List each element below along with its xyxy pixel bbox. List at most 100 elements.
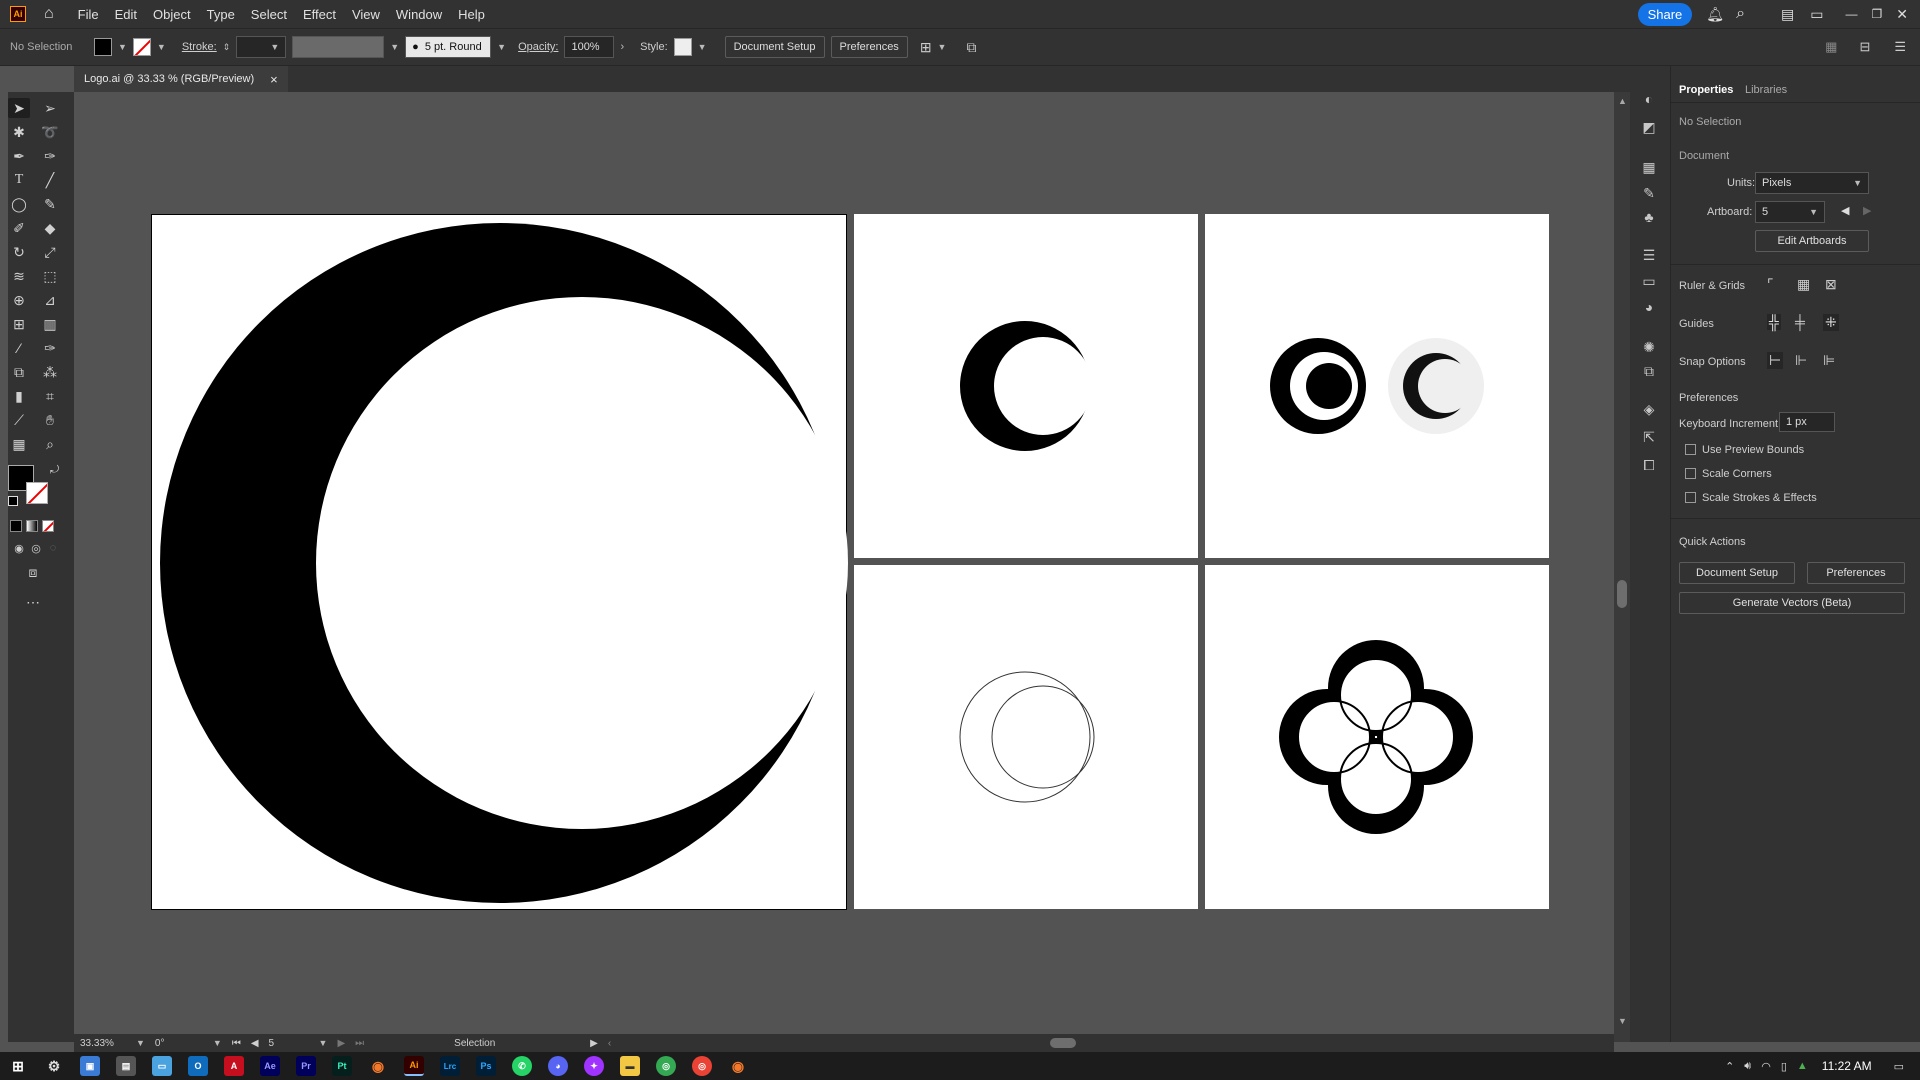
layers-icon[interactable]: ◈ — [1640, 400, 1658, 418]
edit-artboards-button[interactable]: Edit Artboards — [1755, 230, 1869, 252]
minimize-icon[interactable]: — — [1846, 7, 1858, 21]
free-transform-tool-icon[interactable]: ⬚ — [39, 266, 61, 286]
menu-edit[interactable]: Edit — [107, 7, 145, 22]
selection-tool-icon[interactable]: ➤ — [8, 98, 30, 118]
file-explorer-icon[interactable]: ▬ — [620, 1056, 640, 1076]
qa-document-setup-button[interactable]: Document Setup — [1679, 562, 1795, 584]
opacity-label[interactable]: Opacity: — [518, 41, 558, 53]
settings-icon[interactable]: ⚙ — [44, 1056, 64, 1076]
bell-icon[interactable]: 🔔︎ — [1706, 6, 1724, 23]
ellipse-tool-icon[interactable]: ◯ — [8, 194, 30, 214]
graphic-styles-icon[interactable]: ⧉ — [1640, 362, 1658, 380]
scroll-down-icon[interactable]: ▼ — [1618, 1016, 1627, 1026]
stroke-panel-icon[interactable]: ☰ — [1640, 246, 1658, 264]
arrange-documents-icon[interactable]: ▤ — [1781, 6, 1794, 23]
tab-properties[interactable]: Properties — [1679, 84, 1733, 96]
lock-guides-icon[interactable]: ╪ — [1795, 314, 1805, 330]
slice-tool-icon[interactable]: ⟋ — [8, 410, 30, 430]
eyedropper-tool-icon[interactable]: ⁄ — [8, 338, 30, 358]
tab-libraries[interactable]: Libraries — [1745, 84, 1787, 96]
symbol-sprayer-tool-icon[interactable]: ⁂ — [39, 362, 61, 382]
units-select[interactable]: Pixels ▼ — [1755, 172, 1869, 194]
appearance-icon[interactable]: ✺ — [1640, 338, 1658, 356]
stroke-color-box[interactable] — [26, 482, 48, 504]
vertical-scrollbar[interactable]: ▲ ▼ — [1614, 92, 1630, 1042]
stroke-weight-field[interactable]: ▼ — [236, 36, 287, 58]
use-preview-bounds-option[interactable]: Use Preview Bounds — [1685, 444, 1804, 456]
start-icon[interactable]: ⊞ — [8, 1056, 28, 1076]
swap-colors-icon[interactable]: ⤾ — [50, 464, 59, 477]
scale-strokes-checkbox[interactable] — [1685, 492, 1696, 503]
previous-artboard-icon[interactable]: ◀ — [1841, 204, 1849, 217]
stroke-label[interactable]: Stroke: — [182, 41, 217, 53]
menu-help[interactable]: Help — [450, 7, 493, 22]
panel-menu-icon[interactable]: ☰ — [1894, 39, 1906, 55]
direct-selection-tool-icon[interactable]: ➢ — [39, 98, 61, 118]
substance-painter-icon[interactable]: Pt — [332, 1056, 352, 1076]
artboard-number-field[interactable]: 5 — [269, 1038, 309, 1049]
rotation-field[interactable]: 0° — [155, 1038, 203, 1049]
brush-dropdown-icon[interactable]: ▼ — [497, 42, 506, 52]
menu-effect[interactable]: Effect — [295, 7, 344, 22]
style-dropdown-icon[interactable]: ▼ — [698, 42, 707, 52]
drive-icon[interactable]: ▲ — [1797, 1060, 1808, 1072]
menu-view[interactable]: View — [344, 7, 388, 22]
menu-type[interactable]: Type — [199, 7, 243, 22]
opacity-field[interactable]: 100% — [564, 36, 615, 58]
rotate-tool-icon[interactable]: ↻ — [8, 242, 30, 262]
search-icon[interactable]: ⌕ — [1736, 5, 1745, 23]
fill-dropdown-icon[interactable]: ▼ — [118, 42, 127, 52]
artboard-2[interactable] — [854, 214, 1198, 558]
illustrator-taskbar-icon[interactable]: Ai — [404, 1056, 424, 1076]
artboard-select[interactable]: 5 ▼ — [1755, 201, 1825, 223]
hand-tool-icon[interactable]: ✋︎ — [39, 410, 61, 430]
close-tab-icon[interactable]: × — [270, 72, 278, 87]
draw-inside-icon[interactable]: ◌ — [42, 538, 64, 558]
after-effects-icon[interactable]: Ae — [260, 1056, 280, 1076]
whatsapp-icon[interactable]: ✆ — [512, 1056, 532, 1076]
style-swatch[interactable] — [673, 38, 692, 56]
rotation-dropdown-icon[interactable]: ▼ — [213, 1038, 222, 1048]
menu-file[interactable]: File — [70, 7, 107, 22]
status-menu-icon[interactable]: ▶ — [590, 1038, 598, 1049]
vertical-scroll-thumb[interactable] — [1617, 580, 1627, 608]
qa-preferences-button[interactable]: Preferences — [1807, 562, 1905, 584]
curvature-tool-icon[interactable]: ✑ — [39, 146, 61, 166]
stroke-dropdown-icon[interactable]: ▼ — [157, 42, 166, 52]
align-icon[interactable]: ▦ — [1825, 39, 1837, 55]
fill-swatch[interactable] — [94, 38, 112, 56]
snap-to-glyph-icon[interactable]: ⊫ — [1823, 352, 1835, 369]
chrome-profile-icon[interactable]: ◎ — [692, 1056, 712, 1076]
default-colors-icon[interactable] — [8, 496, 18, 506]
battery-icon[interactable]: ▯ — [1781, 1060, 1787, 1073]
snap-to-pixel-icon[interactable]: ⊩ — [1795, 352, 1807, 369]
snap-to-point-icon[interactable]: ⊢ — [1767, 352, 1784, 369]
lasso-tool-icon[interactable]: ➰ — [39, 122, 61, 142]
screen-mode-icon[interactable]: ⧈ — [22, 562, 44, 582]
messenger-icon[interactable]: ✦ — [584, 1056, 604, 1076]
type-tool-icon[interactable]: T — [8, 170, 30, 190]
artboard-4[interactable] — [854, 565, 1198, 909]
gradient-tool-icon[interactable]: ▥ — [39, 314, 61, 334]
canvas[interactable] — [74, 92, 1614, 1042]
transparency-icon[interactable]: ◕ — [1640, 298, 1658, 316]
calculator-icon[interactable]: ▤ — [116, 1056, 136, 1076]
color-panel-icon[interactable]: ◐ — [1640, 90, 1658, 108]
first-artboard-icon[interactable]: ⏮ — [232, 1038, 241, 1049]
perspective-grid-tool-icon[interactable]: ⊿ — [39, 290, 61, 310]
scale-corners-option[interactable]: Scale Corners — [1685, 468, 1772, 480]
workspace-icon[interactable]: ▭ — [1810, 6, 1823, 23]
menu-window[interactable]: Window — [388, 7, 450, 22]
transparency-grid-icon[interactable]: ⊠ — [1825, 276, 1837, 293]
arrange-icon[interactable]: ⊞ — [920, 39, 932, 56]
menu-select[interactable]: Select — [243, 7, 295, 22]
keyboard-increment-field[interactable]: 1 px — [1779, 412, 1835, 432]
acrobat-icon[interactable]: A — [224, 1056, 244, 1076]
scale-strokes-option[interactable]: Scale Strokes & Effects — [1685, 492, 1817, 504]
home-icon[interactable]: ⌂ — [44, 5, 54, 23]
volume-icon[interactable]: 🔊︎ — [1744, 1060, 1751, 1073]
eraser-tool-icon[interactable]: ◆ — [39, 218, 61, 238]
photos-icon[interactable]: ▣ — [80, 1056, 100, 1076]
artboard-5[interactable] — [1205, 565, 1549, 909]
edit-toolbar-icon[interactable]: ⋯ — [22, 592, 44, 612]
